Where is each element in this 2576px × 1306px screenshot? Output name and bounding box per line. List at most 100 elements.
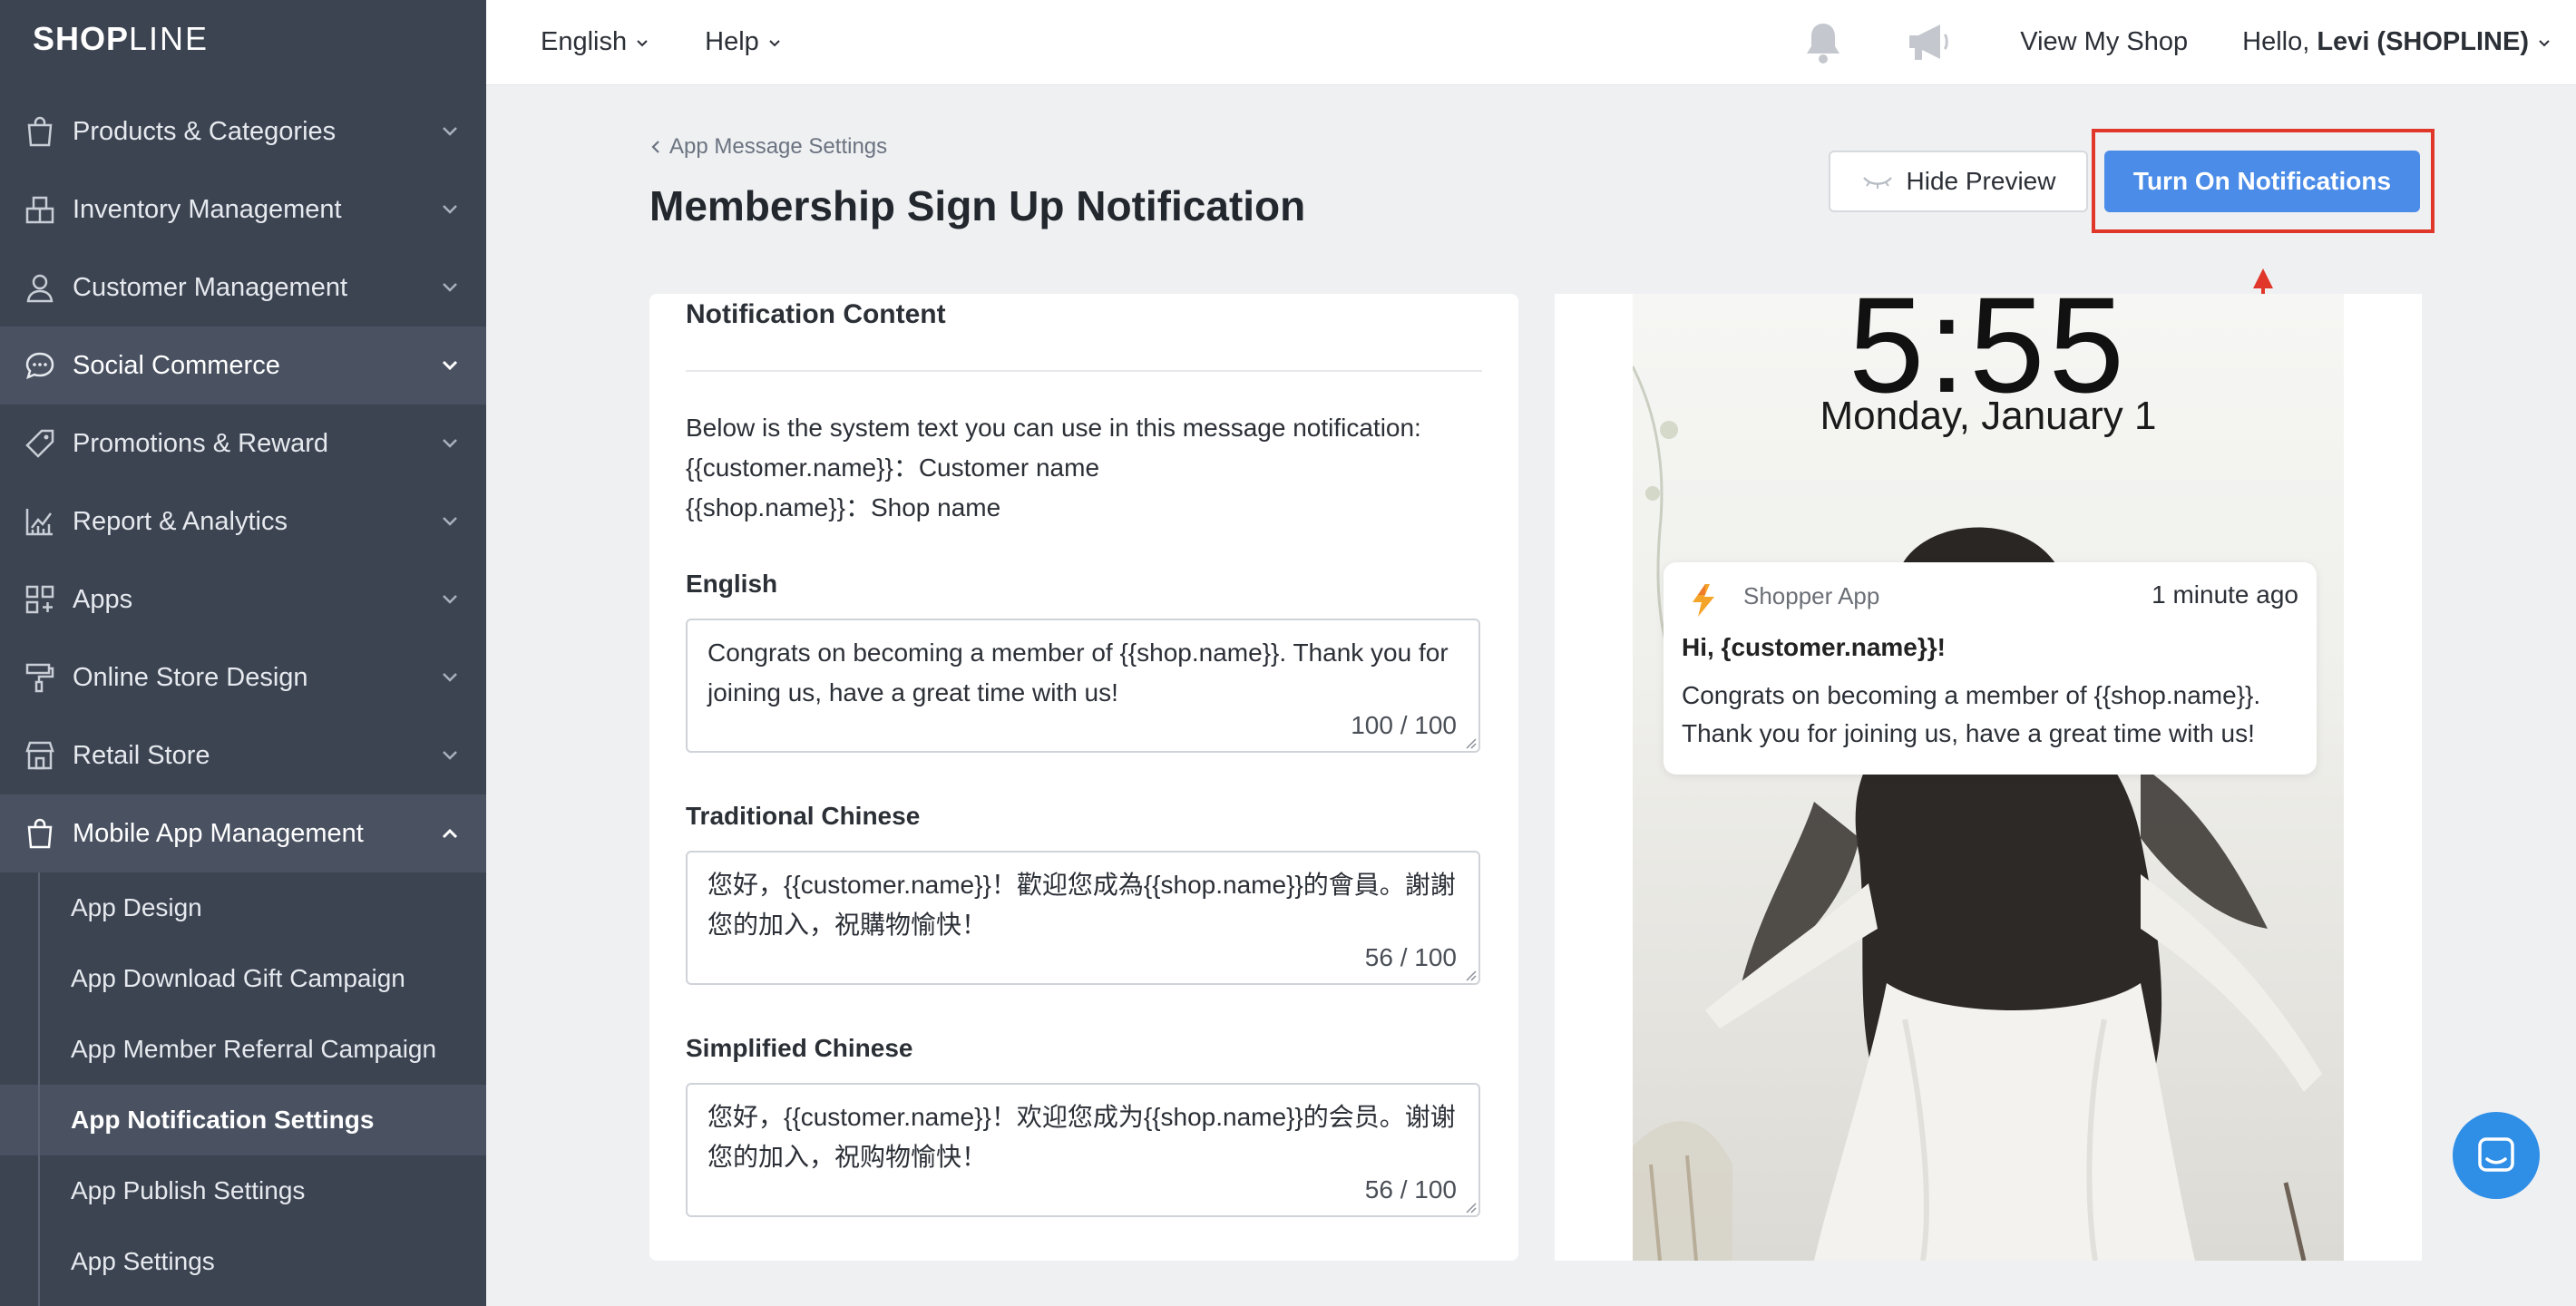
user-name: Levi (SHOPLINE) [2317, 27, 2529, 56]
chevron-down-icon [443, 673, 457, 682]
apps-grid-icon [22, 581, 58, 618]
chat-bubble-icon [22, 347, 58, 384]
english-label: English [686, 570, 778, 598]
subnav-item-app-settings[interactable]: App Settings [0, 1226, 486, 1297]
chat-icon [2478, 1137, 2514, 1172]
user-icon [22, 269, 58, 306]
chevron-down-icon [769, 39, 780, 46]
english-textarea[interactable]: Congrats on becoming a member of {{shop.… [686, 619, 1480, 753]
char-count: 100 / 100 [1351, 711, 1457, 739]
chevron-down-icon [443, 283, 457, 292]
hello-prefix: Hello, [2242, 27, 2310, 56]
mobile-app-subnav: App Design App Download Gift Campaign Ap… [0, 872, 486, 1306]
logo-bold: SHOP [33, 20, 130, 57]
chevron-left-icon [651, 141, 659, 153]
bell-icon[interactable] [1802, 20, 1844, 65]
simplified-chinese-label: Simplified Chinese [686, 1034, 913, 1062]
sidebar-item-label: Inventory Management [73, 194, 342, 224]
chevron-up-icon [442, 828, 458, 839]
sidebar-item-apps[interactable]: Apps [0, 560, 486, 638]
notification-time: 1 minute ago [2152, 580, 2298, 609]
subnav-item-app-publish-settings[interactable]: App Publish Settings [0, 1155, 486, 1226]
notification-body: Congrats on becoming a member of {{shop.… [1682, 681, 2261, 747]
chevron-down-icon [443, 439, 457, 448]
store-icon [22, 737, 58, 774]
help-dropdown[interactable]: Help [705, 27, 783, 57]
char-count: 56 / 100 [1364, 943, 1457, 971]
breadcrumb[interactable]: App Message Settings [649, 134, 887, 160]
chevron-down-icon [443, 205, 457, 214]
system-text-info: Below is the system text you can use in … [686, 408, 1421, 528]
chat-widget-button[interactable] [2453, 1112, 2540, 1199]
language-label: English [541, 27, 628, 56]
breadcrumb-label: App Message Settings [669, 134, 888, 159]
resize-handle[interactable] [1464, 1201, 1477, 1213]
shopper-app-icon [1693, 584, 1714, 617]
section-title: Notification Content [686, 299, 946, 329]
hide-preview-button[interactable]: Hide Preview [1829, 151, 2088, 212]
page-title: Membership Sign Up Notification [649, 182, 1306, 229]
textarea-value: Congrats on becoming a member of {{shop.… [707, 638, 1449, 707]
chevron-down-icon [443, 127, 457, 136]
sidebar-item-reports[interactable]: Report & Analytics [0, 482, 486, 560]
inventory-icon [22, 191, 58, 228]
user-menu[interactable]: Hello, Levi (SHOPLINE) [2242, 27, 2552, 57]
sidebar-item-label: Online Store Design [73, 662, 308, 692]
sidebar-item-label: Products & Categories [73, 116, 337, 146]
sidebar-item-label: Retail Store [73, 740, 210, 770]
logo-thin: LINE [129, 20, 210, 57]
char-count: 56 / 100 [1364, 1175, 1457, 1204]
sidebar-item-retail-store[interactable]: Retail Store [0, 716, 486, 794]
chart-icon [22, 503, 58, 540]
subnav-item-app-member-referral[interactable]: App Member Referral Campaign [0, 1014, 486, 1085]
sidebar-item-label: Promotions & Reward [73, 428, 329, 458]
notification-title: Hi, {customer.name}}! [1682, 633, 1946, 661]
sidebar-item-label: Apps [73, 584, 133, 614]
resize-handle[interactable] [1464, 736, 1477, 749]
shopping-bag-icon [22, 815, 58, 852]
hide-preview-label: Hide Preview [1906, 167, 2056, 195]
simplified-chinese-textarea[interactable]: 您好，{{customer.name}}！欢迎您成为{{shop.name}}的… [686, 1083, 1480, 1217]
push-notification-card: Shopper App 1 minute ago Hi, {customer.n… [1664, 562, 2317, 775]
shopping-bag-icon [22, 113, 58, 150]
chevron-down-icon [2539, 39, 2550, 46]
language-dropdown[interactable]: English [541, 27, 650, 57]
chevron-down-icon [443, 595, 457, 604]
chevron-down-icon [442, 360, 458, 371]
shopline-logo[interactable]: SHOP LINE [0, 0, 486, 78]
phone-preview-panel: 5:55 Monday, January 1 Shopper App 1 min… [1555, 294, 2422, 1261]
notification-app-name: Shopper App [1743, 582, 1880, 609]
paint-roller-icon [22, 659, 58, 696]
sidebar-item-inventory[interactable]: Inventory Management [0, 171, 486, 249]
sidebar-item-products[interactable]: Products & Categories [0, 93, 486, 171]
sidebar-item-online-store-design[interactable]: Online Store Design [0, 638, 486, 716]
traditional-chinese-label: Traditional Chinese [686, 802, 921, 830]
subnav-item-app-design[interactable]: App Design [0, 872, 486, 943]
topbar-right: View My Shop Hello, Levi (SHOPLINE) [1802, 20, 2576, 65]
sidebar-item-label: Report & Analytics [73, 506, 288, 536]
chevron-down-icon [443, 517, 457, 526]
subnav-rail [38, 872, 40, 1306]
view-my-shop-link[interactable]: View My Shop [2020, 27, 2188, 57]
megaphone-icon[interactable] [1906, 22, 1953, 63]
textarea-value: 您好，{{customer.name}}！欢迎您成为{{shop.name}}的… [707, 1103, 1456, 1171]
sidebar-item-social-commerce[interactable]: Social Commerce [0, 326, 486, 404]
subnav-item-app-download-gift[interactable]: App Download Gift Campaign [0, 943, 486, 1014]
sidebar-item-label: Mobile App Management [73, 818, 364, 848]
sidebar: SHOP LINE Products & Categories Inventory… [0, 0, 486, 1306]
sidebar-item-customers[interactable]: Customer Management [0, 249, 486, 326]
resize-handle[interactable] [1464, 969, 1477, 981]
info-line: {{shop.name}}：Shop name [686, 493, 1001, 521]
lockscreen-date: Monday, January 1 [1820, 394, 2157, 438]
sidebar-item-mobile-app-management[interactable]: Mobile App Management [0, 794, 486, 872]
sidebar-item-label: Social Commerce [73, 350, 280, 380]
info-line: Below is the system text you can use in … [686, 414, 1421, 442]
info-line: {{customer.name}}：Customer name [686, 453, 1100, 482]
sidebar-item-label: Customer Management [73, 272, 348, 302]
subnav-item-app-notification-settings[interactable]: App Notification Settings [0, 1085, 486, 1155]
eye-closed-icon [1862, 177, 1892, 189]
chevron-down-icon [637, 39, 648, 46]
sidebar-item-promotions[interactable]: Promotions & Reward [0, 404, 486, 482]
textarea-value: 您好，{{customer.name}}！歡迎您成為{{shop.name}}的… [707, 871, 1456, 939]
traditional-chinese-textarea[interactable]: 您好，{{customer.name}}！歡迎您成為{{shop.name}}的… [686, 851, 1480, 985]
